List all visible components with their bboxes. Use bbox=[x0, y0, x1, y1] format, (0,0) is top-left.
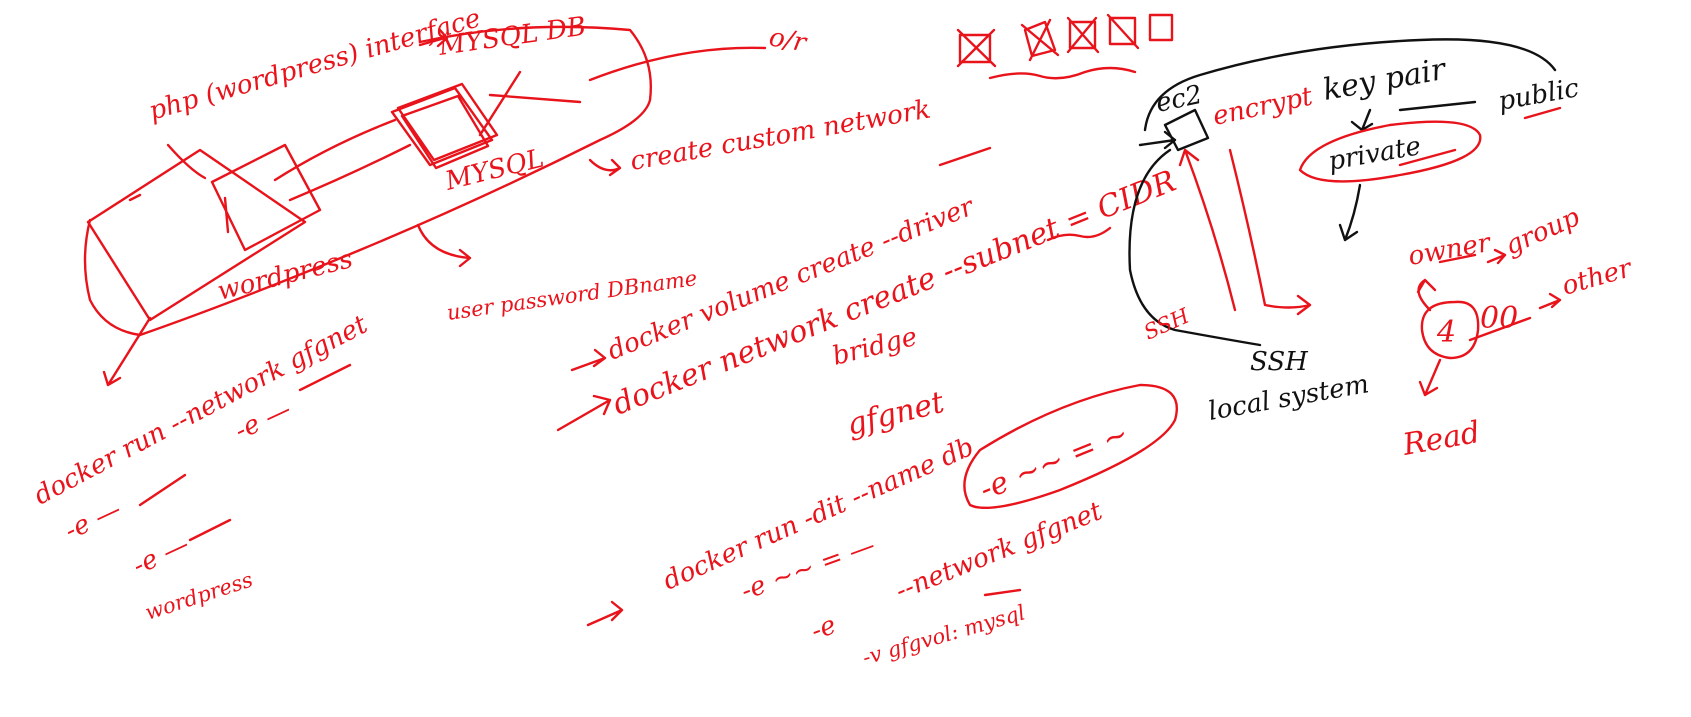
wordpress-box-label: wordpress bbox=[214, 244, 355, 307]
read-arrow bbox=[1418, 358, 1442, 397]
cross-line-1 bbox=[478, 70, 522, 137]
run-db-net: --network gfgnet bbox=[891, 496, 1107, 606]
php-interface-label: php (wordpress) interface bbox=[146, 3, 484, 126]
public-label: public bbox=[1496, 73, 1582, 117]
create-custom-network-label: create custom network bbox=[628, 95, 933, 177]
wp-tick bbox=[223, 196, 230, 234]
network-dash bbox=[938, 146, 992, 167]
encrypt-label: encrypt bbox=[1210, 81, 1315, 131]
or-label: o/r bbox=[767, 22, 810, 58]
ec2-arrow bbox=[1138, 130, 1177, 150]
network-create-cmd: docker network create --subnet = CIDR bbox=[608, 164, 1181, 423]
run-wp-image: wordpress bbox=[142, 567, 256, 624]
private-down-arrow bbox=[1338, 183, 1362, 242]
wp-to-mysql-link2 bbox=[288, 143, 412, 202]
crossed-boxes-underline bbox=[988, 66, 1137, 80]
run-db-vol: -v gfgvol: mysql bbox=[860, 600, 1028, 669]
read-label: Read bbox=[1399, 415, 1482, 463]
wp-arrow-in bbox=[128, 193, 142, 202]
ssh-down-arrow bbox=[1228, 148, 1312, 316]
perm-4: 4 bbox=[1436, 315, 1456, 350]
run-wp-cmd: docker run --network gfgnet bbox=[29, 309, 373, 511]
crossed-box-4 bbox=[1106, 13, 1140, 50]
other-arrow bbox=[1538, 292, 1562, 310]
vol-underline bbox=[983, 588, 1022, 597]
run-wp-e3: -e — bbox=[128, 529, 194, 581]
owner-label: owner bbox=[1406, 228, 1494, 272]
run-wp-e2-dash bbox=[138, 473, 187, 507]
ssh-left-label: SSH bbox=[1140, 303, 1193, 344]
perm-00: 00 bbox=[1480, 301, 1518, 336]
or-line bbox=[588, 46, 767, 82]
key-pair-label: key pair bbox=[1320, 52, 1449, 108]
create-network-arrow bbox=[588, 158, 622, 177]
crossed-box-2 bbox=[1020, 18, 1060, 62]
run-wp-e2: -e — bbox=[60, 494, 126, 546]
run-db-e1: -e ~~ = ~ bbox=[975, 416, 1134, 507]
key-pair-arrow bbox=[1350, 108, 1374, 132]
wp-to-mysql-link1 bbox=[273, 118, 397, 182]
key-pair-bar bbox=[1398, 100, 1477, 112]
whiteboard: php (wordpress) interface MYSQL DB o/r M… bbox=[29, 3, 1637, 670]
db-env-arrow bbox=[416, 223, 472, 268]
gfgnet-label: gfgnet bbox=[843, 385, 948, 443]
run-wp-e3-dash bbox=[188, 518, 232, 542]
mysql-container-box bbox=[390, 82, 499, 170]
local-system-label: local system bbox=[1206, 369, 1371, 427]
crossed-box-1 bbox=[956, 28, 997, 68]
ssh-label: SSH bbox=[1250, 347, 1309, 377]
other-label: other bbox=[1559, 253, 1637, 302]
wp-container-box bbox=[210, 143, 322, 252]
crossed-box-5 bbox=[1148, 13, 1174, 42]
group-label: group bbox=[1501, 202, 1585, 261]
run-db-arrow bbox=[586, 600, 624, 627]
network-arrow bbox=[556, 394, 612, 432]
crossed-boxes bbox=[956, 13, 1174, 80]
ssh-up-arrow bbox=[1178, 148, 1237, 312]
run-db-e3: -e bbox=[807, 610, 840, 646]
volume-arrow bbox=[570, 348, 607, 372]
run-network-arrow bbox=[102, 316, 152, 387]
crossed-box-3 bbox=[1066, 16, 1100, 54]
